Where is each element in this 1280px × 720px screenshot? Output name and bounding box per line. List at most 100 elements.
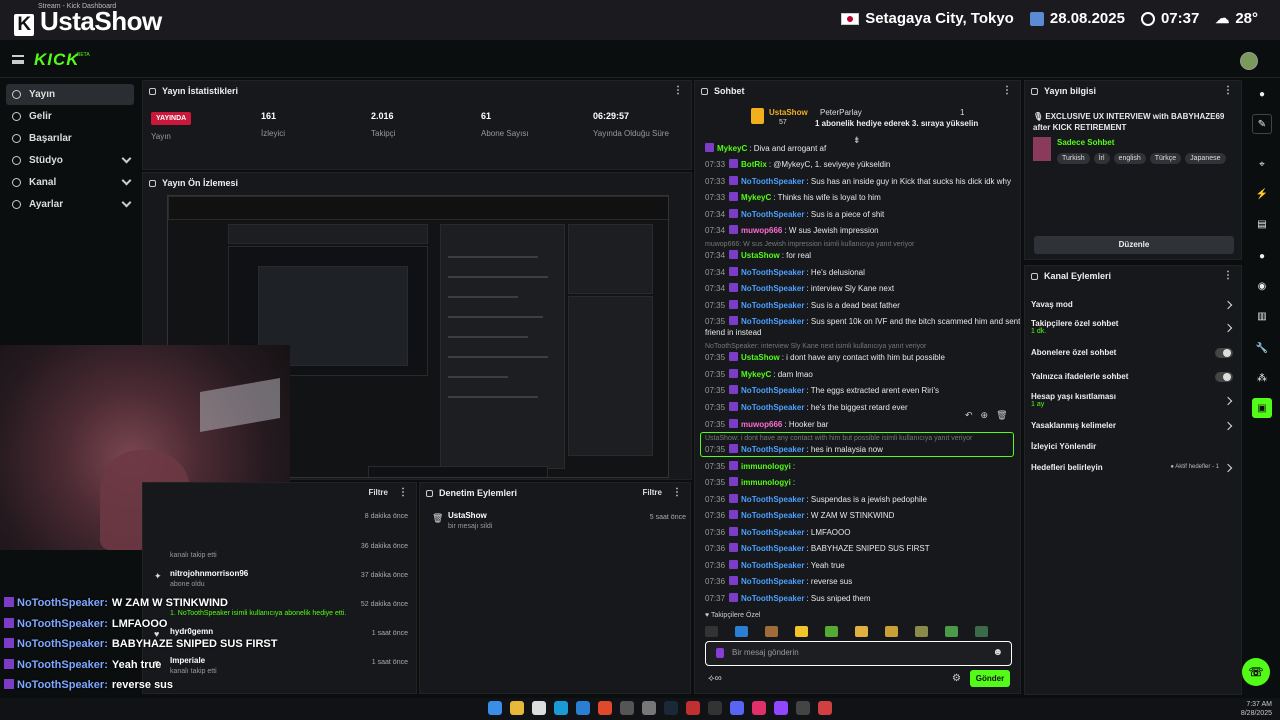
emote-box[interactable] — [765, 625, 778, 637]
host-viewers-row[interactable]: İzleyici Yönlendir — [1031, 442, 1237, 451]
subscribers-only-toggle[interactable] — [1215, 348, 1233, 358]
message-user[interactable]: UstaShow — [741, 353, 780, 362]
message-user[interactable]: NoToothSpeaker — [741, 177, 804, 186]
filter-button[interactable]: Filtre — [642, 488, 662, 497]
app-icon[interactable] — [818, 701, 832, 715]
followers-only-row[interactable]: Takipçilere özel sohbet 1 dk. — [1031, 319, 1237, 335]
lightning-icon[interactable]: ⚡ — [1252, 184, 1272, 204]
chat-message[interactable]: 07:33 NoToothSpeaker: Sus has an inside g… — [705, 176, 1020, 187]
account-age-row[interactable]: Hesap yaşı kısıtlaması 1 ay — [1031, 392, 1237, 408]
message-user[interactable]: NoToothSpeaker — [741, 528, 804, 537]
emote-tv[interactable] — [825, 625, 838, 637]
chat-message[interactable]: 07:35 immunologyi: — [705, 477, 1020, 488]
message-user[interactable]: NoToothSpeaker — [741, 403, 804, 412]
delete-icon[interactable]: 🗑 — [996, 410, 1007, 421]
chat-message[interactable]: 07:33 BotRix: @MykeyC, 1. seviyeye yüksel… — [705, 159, 1020, 170]
app-icon[interactable] — [752, 701, 766, 715]
chat-settings-gear-icon[interactable]: ⚙ — [952, 673, 961, 684]
app-icon[interactable] — [642, 701, 656, 715]
app-icon[interactable] — [774, 701, 788, 715]
pencil-icon[interactable]: ✎ — [1252, 114, 1272, 134]
terminal-icon[interactable] — [620, 701, 634, 715]
chat-message[interactable]: 07:35 NoToothSpeaker: Sus spent 10k on IV… — [705, 316, 1020, 327]
message-user[interactable]: MykeyC — [741, 193, 771, 202]
tag[interactable]: İrl — [1093, 153, 1110, 164]
steam-icon[interactable] — [664, 701, 678, 715]
emote-frog[interactable] — [945, 625, 958, 637]
message-user[interactable]: NoToothSpeaker — [741, 284, 804, 293]
message-user[interactable]: NoToothSpeaker — [741, 495, 804, 504]
chat-message[interactable]: 07:35 NoToothSpeaker: The eggs extracted … — [705, 385, 1020, 396]
edge-icon[interactable] — [554, 701, 568, 715]
emoji-icon[interactable]: ☻ — [992, 647, 1003, 658]
message-user[interactable]: immunologyi — [741, 478, 791, 487]
tag[interactable]: Türkçe — [1149, 153, 1182, 164]
target-icon[interactable]: ⌖ — [1252, 154, 1272, 174]
chat-points-icon[interactable]: ⟡∞ — [708, 673, 722, 684]
chat-message[interactable]: 07:35 MykeyC: dam lmao — [705, 369, 1020, 380]
more-options-icon[interactable]: ⋮ — [398, 487, 408, 498]
message-user[interactable]: muwop666 — [741, 420, 782, 429]
info-circle-icon[interactable]: ● — [1252, 84, 1272, 104]
pinned-gift-banner[interactable]: UstaShow 57 PeterParlay 1 1 abonelik hed… — [745, 102, 985, 132]
emote-blue[interactable] — [735, 625, 748, 637]
pin-icon[interactable]: ⊕ — [981, 410, 989, 421]
discord-icon[interactable] — [730, 701, 744, 715]
emote-cat[interactable] — [855, 625, 868, 637]
message-user[interactable]: NoToothSpeaker — [741, 386, 804, 395]
emotes-only-toggle[interactable] — [1215, 372, 1233, 382]
chat-message[interactable]: 07:36 NoToothSpeaker: reverse sus — [705, 576, 1020, 587]
chat-message-input[interactable]: Bir mesaj gönderin ☻ — [705, 641, 1012, 666]
nodes-icon[interactable]: ⁂ — [1252, 368, 1272, 388]
user-avatar[interactable] — [1240, 52, 1258, 70]
message-user[interactable]: NoToothSpeaker — [741, 594, 804, 603]
more-options-icon[interactable]: ⋮ — [672, 487, 682, 498]
message-user[interactable]: muwop666 — [741, 226, 782, 235]
message-user[interactable]: NoToothSpeaker — [741, 268, 804, 277]
tag[interactable]: Japanese — [1185, 153, 1226, 164]
green-app-icon[interactable]: ▣ — [1252, 398, 1272, 418]
sidebar-item-ayarlar[interactable]: Ayarlar — [6, 194, 134, 215]
chat-message[interactable]: 07:34 NoToothSpeaker: Sus is a piece of s… — [705, 209, 1020, 220]
message-user[interactable]: NoToothSpeaker — [741, 561, 804, 570]
chat-message[interactable]: friend in instead — [705, 327, 1020, 338]
broadcast-icon[interactable]: ◉ — [1252, 276, 1272, 296]
emote-coin[interactable] — [885, 625, 898, 637]
sidebar-item-yayin[interactable]: Yayın — [6, 84, 134, 105]
more-options-icon[interactable]: ⋮ — [1223, 270, 1233, 281]
category-name[interactable]: Sadece Sohbet — [1057, 138, 1114, 147]
chat-message[interactable]: 07:33 MykeyC: Thinks his wife is loyal to… — [705, 192, 1020, 203]
emote-green[interactable] — [975, 625, 988, 637]
message-user[interactable]: NoToothSpeaker — [741, 511, 804, 520]
chat-message[interactable]: 07:36 NoToothSpeaker: LMFAOOO — [705, 527, 1020, 538]
chat-message[interactable]: 07:34 UstaShow: for real — [705, 250, 1020, 261]
windows-start-icon[interactable] — [488, 701, 502, 715]
category-thumbnail[interactable] — [1033, 137, 1051, 161]
send-button[interactable]: Gönder — [970, 670, 1010, 687]
chat-message[interactable]: 07:34 NoToothSpeaker: He's delusional — [705, 267, 1020, 278]
sidebar-item-gelir[interactable]: Gelir — [6, 106, 134, 127]
obs-icon[interactable] — [796, 701, 810, 715]
message-user[interactable]: UstaShow — [741, 251, 780, 260]
file-explorer-icon[interactable] — [510, 701, 524, 715]
sidebar-item-studyo[interactable]: Stüdyo — [6, 150, 134, 171]
message-user[interactable]: MykeyC — [717, 144, 747, 153]
support-chat-button[interactable]: ☏ — [1242, 658, 1270, 686]
more-options-icon[interactable]: ⋮ — [1223, 85, 1233, 96]
hamburger-menu-icon[interactable] — [12, 55, 24, 64]
message-user[interactable]: BotRix — [741, 160, 767, 169]
message-user[interactable]: NoToothSpeaker — [741, 544, 804, 553]
filter-button[interactable]: Filtre — [368, 488, 388, 497]
chat-message[interactable]: 07:35 NoToothSpeaker: Sus is a dead beat … — [705, 300, 1020, 311]
tag[interactable]: Turkish — [1057, 153, 1090, 164]
chat-message[interactable]: 07:36 NoToothSpeaker: BABYHAZE SNIPED SUS… — [705, 543, 1020, 554]
emote-gay[interactable] — [705, 625, 718, 637]
edit-stream-info-button[interactable]: Düzenle — [1034, 236, 1234, 254]
tag[interactable]: english — [1113, 153, 1146, 164]
chat-message[interactable]: 07:36 NoToothSpeaker: Suspendas is a jewi… — [705, 494, 1020, 505]
emote-gold[interactable] — [915, 625, 928, 637]
reply-icon[interactable]: ↶ — [965, 410, 973, 421]
clipboard-icon[interactable]: ▤ — [1252, 214, 1272, 234]
slow-mode-row[interactable]: Yavaş mod — [1031, 300, 1237, 310]
set-goals-row[interactable]: Hedefleri belirleyin ● Aktif hedefler - 1 — [1031, 463, 1237, 473]
